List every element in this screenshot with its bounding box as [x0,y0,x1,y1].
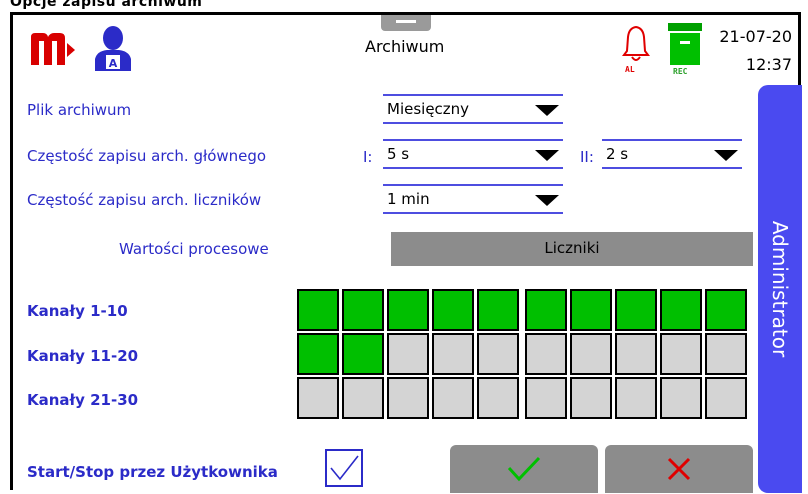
rec-label: REC [673,67,688,76]
administrator-label: Administrator [768,220,792,358]
m-logo-icon [31,33,75,65]
device-screen: A Archiwum AL REC 21-07-20 12:37 Plik ar… [10,12,802,493]
channels-21-30-label: Kanały 21-30 [27,391,139,409]
channel-cell-20[interactable] [705,333,747,375]
channel-cell-23[interactable] [387,377,429,419]
chevron-down-icon [535,150,559,161]
chevron-down-icon [535,105,559,116]
bell-icon[interactable] [621,25,651,65]
counter-freq-value: 1 min [387,190,430,208]
svg-text:A: A [109,57,118,70]
channel-cell-27[interactable] [570,377,612,419]
main-freq-i-value: 5 s [387,145,410,163]
archive-rec-icon[interactable] [668,23,702,65]
tab-counters[interactable]: Liczniki [391,232,753,266]
archive-file-label: Plik archiwum [27,101,132,119]
channel-cell-29[interactable] [660,377,702,419]
main-freq-ii-value: 2 s [606,145,629,163]
channels-1-10-label: Kanały 1-10 [27,302,128,320]
chevron-down-icon [535,195,559,206]
drawer-handle[interactable] [381,15,431,31]
time-display: 12:37 [745,55,792,74]
channel-cell-1[interactable] [297,289,339,331]
channel-cell-8[interactable] [615,289,657,331]
channel-cell-21[interactable] [297,377,339,419]
channel-cell-22[interactable] [342,377,384,419]
channel-cell-28[interactable] [615,377,657,419]
channel-cell-7[interactable] [570,289,612,331]
channel-cell-24[interactable] [432,377,474,419]
channel-cell-14[interactable] [432,333,474,375]
channel-cell-9[interactable] [660,289,702,331]
channel-cell-6[interactable] [525,289,567,331]
channel-cell-15[interactable] [477,333,519,375]
channel-cell-13[interactable] [387,333,429,375]
channel-cell-4[interactable] [432,289,474,331]
tab-process-values[interactable]: Wartości procesowe [119,240,269,258]
channel-cell-3[interactable] [387,289,429,331]
channel-cell-30[interactable] [705,377,747,419]
channel-cell-17[interactable] [570,333,612,375]
check-icon [507,456,541,482]
window-caption: Opcje zapisu archiwum [10,0,203,10]
main-freq-i-dropdown[interactable]: 5 s [383,139,563,169]
main-freq-label: Częstość zapisu arch. głównego [27,147,267,165]
channel-cell-19[interactable] [660,333,702,375]
channel-cell-26[interactable] [525,377,567,419]
channels-11-20-label: Kanały 11-20 [27,347,139,365]
channel-cell-11[interactable] [297,333,339,375]
channel-cell-5[interactable] [477,289,519,331]
counter-freq-dropdown[interactable]: 1 min [383,184,563,214]
tab-counters-label: Liczniki [544,239,600,257]
confirm-button[interactable] [450,445,598,493]
channel-cell-2[interactable] [342,289,384,331]
alarm-label: AL [625,65,635,74]
channel-cell-25[interactable] [477,377,519,419]
administrator-button[interactable]: Administrator [758,85,802,493]
main-freq-ii-prefix: II: [580,148,594,166]
checkmark-icon [330,455,359,481]
close-icon [667,457,691,481]
channel-cell-16[interactable] [525,333,567,375]
cancel-button[interactable] [605,445,753,493]
start-stop-label: Start/Stop przez Użytkownika [27,463,278,481]
start-stop-checkbox[interactable] [325,449,363,487]
chevron-down-icon [714,150,738,161]
archive-file-dropdown[interactable]: Miesięczny [383,94,563,124]
channel-cell-12[interactable] [342,333,384,375]
user-admin-icon[interactable]: A [93,25,133,71]
counter-freq-label: Częstość zapisu arch. liczników [27,191,262,209]
main-freq-ii-dropdown[interactable]: 2 s [602,139,742,169]
main-freq-i-prefix: I: [363,148,373,166]
page-title: Archiwum [365,37,445,56]
archive-file-value: Miesięczny [387,100,470,118]
channel-cell-18[interactable] [615,333,657,375]
date-display: 21-07-20 [719,27,792,46]
channel-cell-10[interactable] [705,289,747,331]
